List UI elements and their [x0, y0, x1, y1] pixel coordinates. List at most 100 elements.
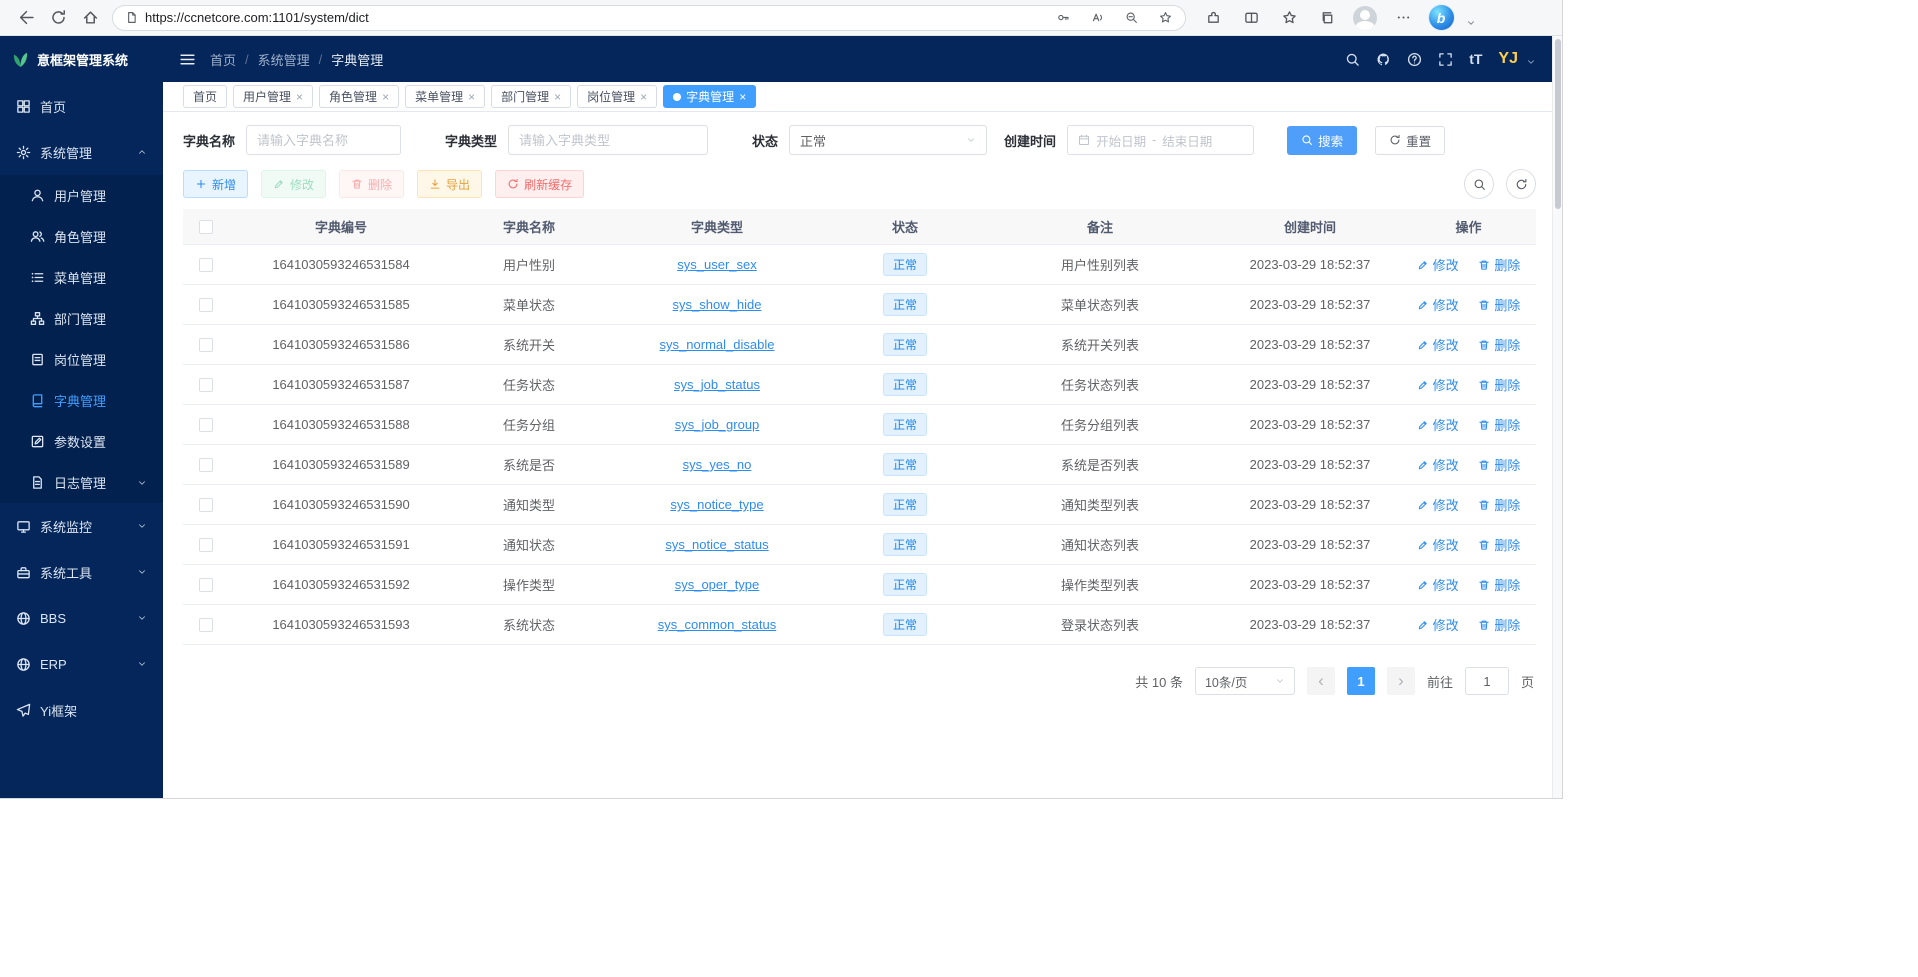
- row-delete-button[interactable]: 删除: [1478, 535, 1520, 554]
- tab-close-icon[interactable]: ×: [554, 91, 561, 103]
- user-menu-caret-icon[interactable]: [1526, 57, 1536, 67]
- sidebar-item-dict-management[interactable]: 字典管理: [0, 380, 163, 421]
- zoom-icon[interactable]: [1118, 6, 1145, 30]
- sidebar-item-log-management[interactable]: 日志管理: [0, 462, 163, 503]
- row-edit-button[interactable]: 修改: [1417, 455, 1459, 474]
- header-search-icon[interactable]: [1345, 52, 1360, 67]
- row-edit-button[interactable]: 修改: [1417, 295, 1459, 314]
- row-edit-button[interactable]: 修改: [1417, 415, 1459, 434]
- tab-dept-management[interactable]: 部门管理 ×: [491, 85, 571, 108]
- font-size-icon[interactable]: tT: [1469, 51, 1482, 67]
- add-button[interactable]: 新增: [183, 170, 248, 198]
- user-logo[interactable]: YJ: [1498, 50, 1518, 68]
- dict-type-link[interactable]: sys_common_status: [658, 617, 777, 632]
- row-edit-button[interactable]: 修改: [1417, 255, 1459, 274]
- tab-close-icon[interactable]: ×: [382, 91, 389, 103]
- back-button[interactable]: [10, 3, 42, 32]
- sidebar-item-system-monitor[interactable]: 系统监控: [0, 503, 163, 549]
- row-delete-button[interactable]: 删除: [1478, 415, 1520, 434]
- copilot-caret-icon[interactable]: [1466, 18, 1476, 28]
- dict-name-input[interactable]: [257, 133, 390, 148]
- sidebar-item-home[interactable]: 首页: [0, 83, 163, 129]
- tab-user-management[interactable]: 用户管理 ×: [233, 85, 313, 108]
- date-range-picker[interactable]: 开始日期 - 结束日期: [1067, 125, 1254, 155]
- tab-dict-management[interactable]: 字典管理 ×: [663, 85, 756, 108]
- dict-type-link[interactable]: sys_job_status: [674, 377, 760, 392]
- row-checkbox[interactable]: [199, 338, 213, 352]
- password-icon[interactable]: [1050, 6, 1077, 30]
- dict-type-link[interactable]: sys_show_hide: [673, 297, 762, 312]
- sidebar-item-role-management[interactable]: 角色管理: [0, 216, 163, 257]
- search-button[interactable]: 搜索: [1287, 126, 1357, 155]
- page-size-select[interactable]: 10条/页: [1195, 667, 1295, 695]
- dict-type-link[interactable]: sys_yes_no: [683, 457, 752, 472]
- tab-role-management[interactable]: 角色管理 ×: [319, 85, 399, 108]
- row-checkbox[interactable]: [199, 458, 213, 472]
- row-checkbox[interactable]: [199, 578, 213, 592]
- row-delete-button[interactable]: 删除: [1478, 455, 1520, 474]
- reset-button[interactable]: 重置: [1375, 126, 1445, 155]
- sidebar-item-bbs[interactable]: BBS: [0, 595, 163, 641]
- dict-type-link[interactable]: sys_normal_disable: [660, 337, 775, 352]
- favorites-icon[interactable]: [1274, 3, 1304, 32]
- profile-avatar[interactable]: [1350, 3, 1380, 32]
- row-checkbox[interactable]: [199, 418, 213, 432]
- current-page-button[interactable]: 1: [1347, 667, 1375, 695]
- sidebar-item-system-management[interactable]: 系统管理: [0, 129, 163, 175]
- row-checkbox[interactable]: [199, 538, 213, 552]
- home-button[interactable]: [74, 3, 106, 32]
- sidebar-item-user-management[interactable]: 用户管理: [0, 175, 163, 216]
- fullscreen-icon[interactable]: [1438, 52, 1453, 67]
- delete-button[interactable]: 删除: [339, 170, 404, 198]
- row-delete-button[interactable]: 删除: [1478, 255, 1520, 274]
- dict-type-link[interactable]: sys_notice_type: [670, 497, 763, 512]
- row-edit-button[interactable]: 修改: [1417, 495, 1459, 514]
- row-edit-button[interactable]: 修改: [1417, 535, 1459, 554]
- url-text[interactable]: https://ccnetcore.com:1101/system/dict: [145, 10, 1043, 25]
- row-edit-button[interactable]: 修改: [1417, 575, 1459, 594]
- row-delete-button[interactable]: 删除: [1478, 295, 1520, 314]
- goto-page-input[interactable]: [1465, 667, 1509, 695]
- breadcrumb-home[interactable]: 首页: [210, 50, 236, 69]
- scrollbar-thumb[interactable]: [1555, 39, 1561, 209]
- tab-home[interactable]: 首页: [183, 85, 227, 108]
- dict-type-link[interactable]: sys_oper_type: [675, 577, 760, 592]
- dict-type-link[interactable]: sys_notice_status: [665, 537, 768, 552]
- sidebar-item-system-tools[interactable]: 系统工具: [0, 549, 163, 595]
- select-all-checkbox[interactable]: [199, 220, 213, 234]
- tab-close-icon[interactable]: ×: [640, 91, 647, 103]
- sidebar-item-post-management[interactable]: 岗位管理: [0, 339, 163, 380]
- sidebar-item-param-settings[interactable]: 参数设置: [0, 421, 163, 462]
- row-checkbox[interactable]: [199, 298, 213, 312]
- tab-close-icon[interactable]: ×: [468, 91, 475, 103]
- address-bar[interactable]: https://ccnetcore.com:1101/system/dict: [112, 5, 1186, 31]
- edit-button[interactable]: 修改: [261, 170, 326, 198]
- row-delete-button[interactable]: 删除: [1478, 335, 1520, 354]
- export-button[interactable]: 导出: [417, 170, 482, 198]
- breadcrumb-system[interactable]: 系统管理: [258, 50, 310, 69]
- sidebar-item-menu-management[interactable]: 菜单管理: [0, 257, 163, 298]
- row-edit-button[interactable]: 修改: [1417, 335, 1459, 354]
- dict-type-link[interactable]: sys_user_sex: [677, 257, 756, 272]
- sidebar-toggle-icon[interactable]: [179, 51, 196, 68]
- row-checkbox[interactable]: [199, 378, 213, 392]
- tab-menu-management[interactable]: 菜单管理 ×: [405, 85, 485, 108]
- app-logo[interactable]: 意框架管理系统: [0, 36, 163, 83]
- extensions-icon[interactable]: [1198, 3, 1228, 32]
- row-checkbox[interactable]: [199, 258, 213, 272]
- collections-icon[interactable]: [1312, 3, 1342, 32]
- row-delete-button[interactable]: 删除: [1478, 575, 1520, 594]
- page-scrollbar[interactable]: [1552, 36, 1562, 799]
- refresh-cache-button[interactable]: 刷新缓存: [495, 170, 584, 198]
- add-favorite-icon[interactable]: [1152, 6, 1179, 30]
- row-delete-button[interactable]: 删除: [1478, 495, 1520, 514]
- tab-close-icon[interactable]: ×: [296, 91, 303, 103]
- dict-type-input[interactable]: [519, 133, 697, 148]
- status-select[interactable]: 正常: [789, 125, 987, 155]
- site-info-icon[interactable]: [125, 11, 138, 24]
- github-icon[interactable]: [1376, 52, 1391, 67]
- refresh-table-button[interactable]: [1506, 169, 1536, 199]
- tab-post-management[interactable]: 岗位管理 ×: [577, 85, 657, 108]
- split-screen-icon[interactable]: [1236, 3, 1266, 32]
- row-edit-button[interactable]: 修改: [1417, 615, 1459, 634]
